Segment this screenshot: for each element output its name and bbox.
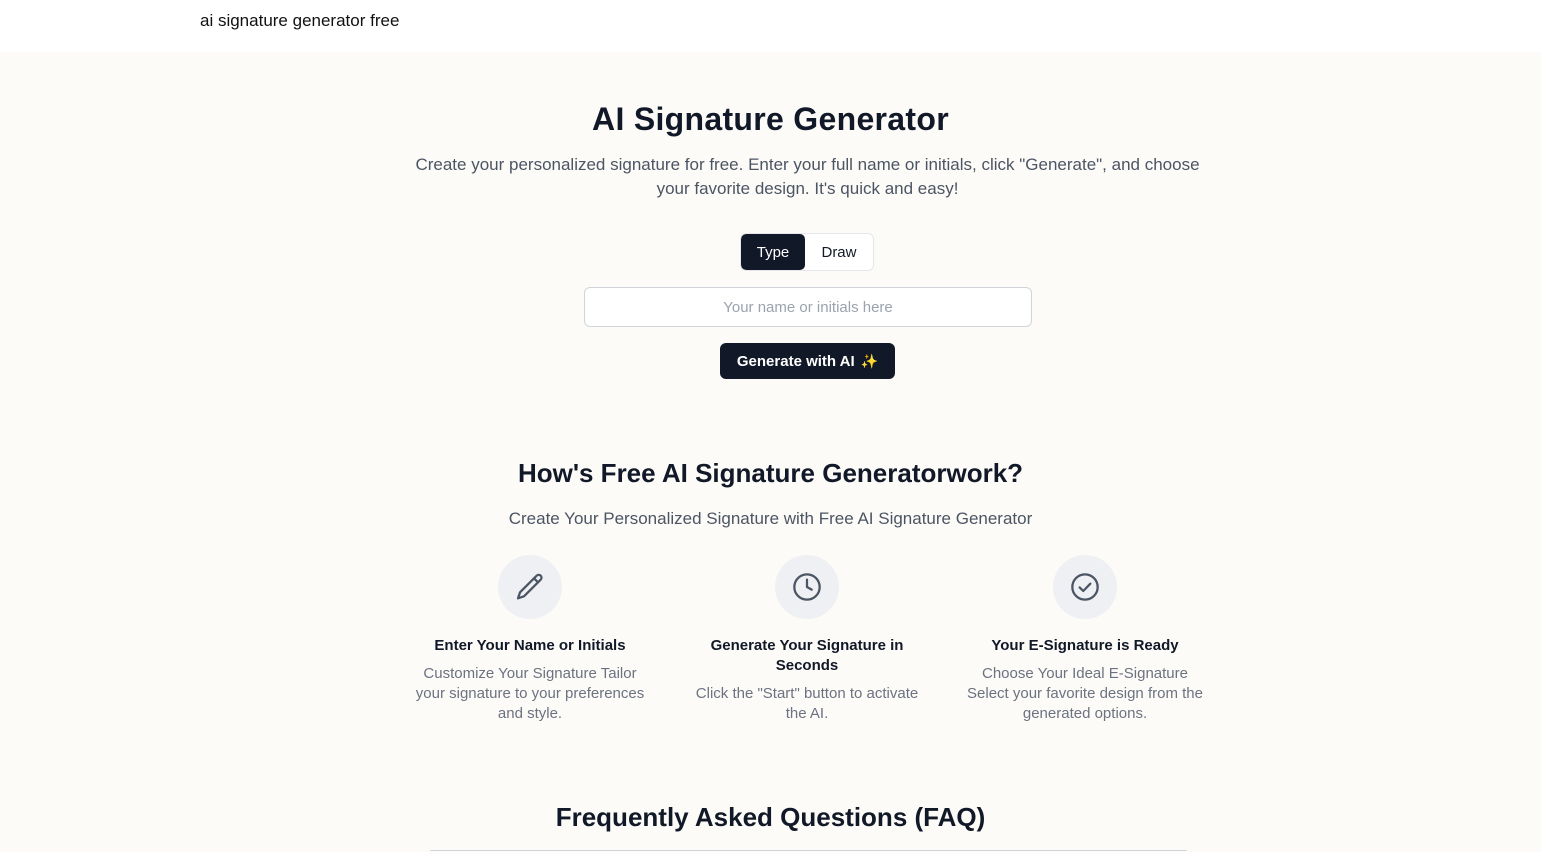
- page-description: Create your personalized signature for f…: [415, 155, 1200, 198]
- step-icon-circle: [775, 555, 839, 619]
- faq-divider: [430, 850, 1187, 851]
- sparkles-icon: ✨: [860, 352, 879, 369]
- step-title: Generate Your Signature in Seconds: [710, 637, 904, 674]
- clock-icon: [793, 573, 821, 601]
- brand-link[interactable]: ai signature generator free: [200, 11, 399, 31]
- generate-button[interactable]: Generate with AI ✨: [720, 343, 895, 379]
- how-it-works-subtitle: Create Your Personalized Signature with …: [508, 509, 1033, 528]
- step-icon-circle: [498, 555, 562, 619]
- step-card: Generate Your Signature in Seconds Click…: [687, 555, 927, 724]
- mode-toggle: Type Draw: [740, 233, 874, 271]
- generate-button-label: Generate with AI: [736, 352, 855, 370]
- step-icon-circle: [1053, 555, 1117, 619]
- tab-type[interactable]: Type: [741, 234, 805, 270]
- step-description: Click the "Start" button to activate the…: [695, 685, 919, 722]
- pencil-icon: [516, 573, 543, 600]
- step-card: Enter Your Name or Initials Customize Yo…: [410, 555, 650, 724]
- main-content: AI Signature Generator Create your perso…: [0, 52, 1541, 852]
- name-input[interactable]: [584, 287, 1032, 327]
- check-circle-icon: [1071, 573, 1099, 601]
- page-title: AI Signature Generator: [592, 101, 949, 137]
- step-title: Your E-Signature is Ready: [991, 637, 1179, 654]
- how-it-works-title: How's Free AI Signature Generatorwork?: [517, 458, 1024, 488]
- faq-title: Frequently Asked Questions (FAQ): [555, 802, 986, 832]
- tab-draw[interactable]: Draw: [805, 234, 873, 270]
- step-card: Your E-Signature is Ready Choose Your Id…: [965, 555, 1205, 724]
- step-description: Choose Your Ideal E-Signature Select you…: [967, 665, 1203, 722]
- top-bar: ai signature generator free: [0, 0, 1541, 52]
- step-description: Customize Your Signature Tailor your sig…: [415, 665, 645, 722]
- step-title: Enter Your Name or Initials: [434, 637, 626, 654]
